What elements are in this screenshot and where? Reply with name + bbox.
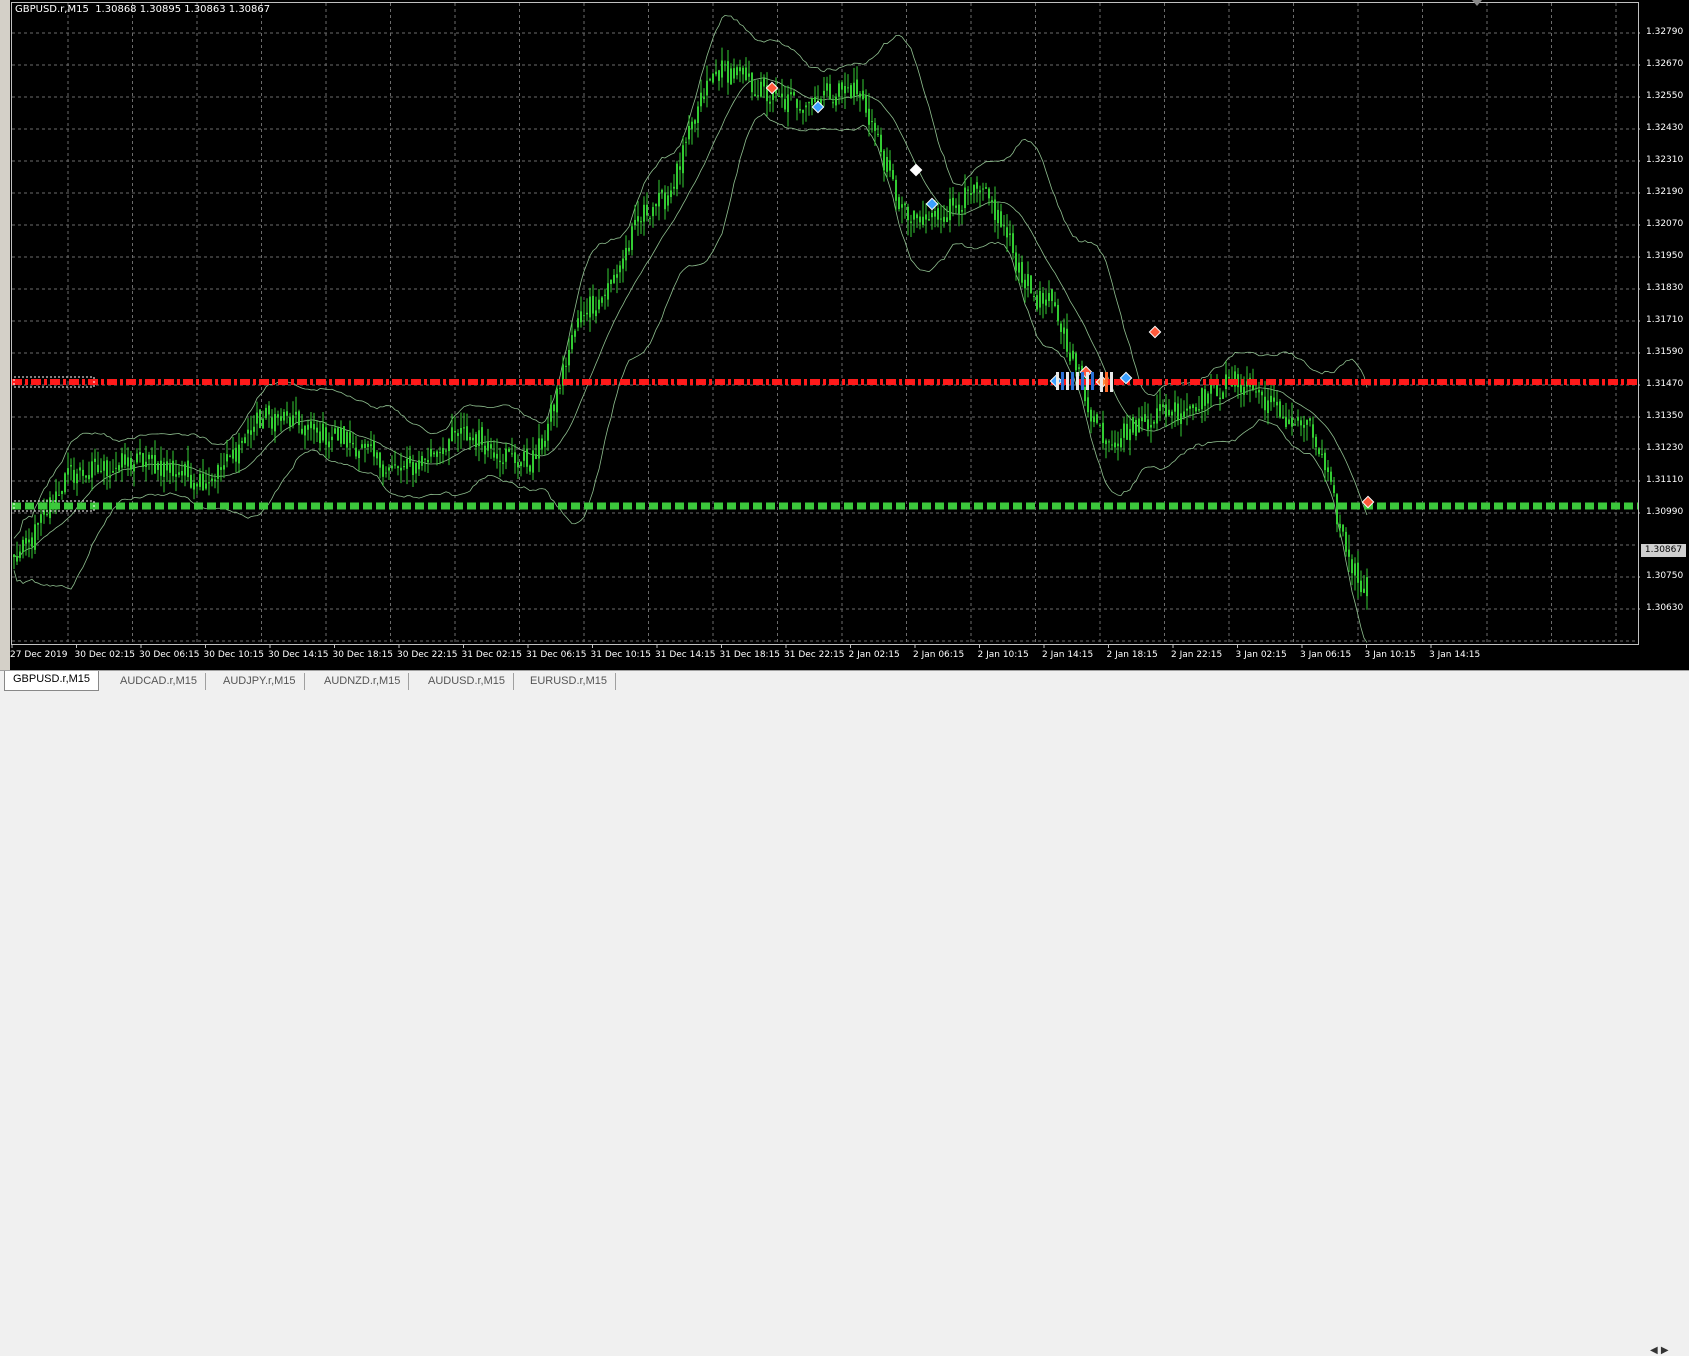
price-tick-label: 1.31590 [1646, 347, 1684, 357]
price-tick-label: 1.32430 [1646, 123, 1684, 133]
time-tick-label: 30 Dec 18:15 [332, 650, 394, 660]
price-tick-label: 1.31710 [1646, 315, 1684, 325]
time-tick-label: 31 Dec 06:15 [526, 650, 587, 660]
terminal-window: GBPUSD.r,M15 1.30868 1.30895 1.30863 1.3… [0, 0, 1689, 1356]
time-tick-label: 2 Jan 18:15 [1106, 650, 1158, 660]
tab-scroll-buttons[interactable]: ◀ ▶ [1650, 1345, 1669, 1356]
tab-eurusd[interactable]: EURUSD.r,M15 [522, 673, 617, 690]
time-tick-label: 31 Dec 18:15 [719, 650, 781, 660]
price-tick-label: 1.32190 [1646, 187, 1684, 197]
time-tick-label: 27 Dec 2019 [10, 650, 68, 660]
time-tick-label: 3 Jan 02:15 [1235, 650, 1287, 660]
time-tick-label: 2 Jan 06:15 [913, 650, 965, 660]
arrow-left-icon[interactable]: ◀ [1650, 1345, 1658, 1356]
price-tick-label: 1.31830 [1646, 283, 1684, 293]
price-tick-label: 1.31950 [1646, 251, 1684, 261]
time-tick-label: 31 Dec 10:15 [590, 650, 652, 660]
time-tick-label: 3 Jan 06:15 [1300, 650, 1352, 660]
time-tick-label: 31 Dec 14:15 [655, 650, 716, 660]
time-tick-label: 3 Jan 14:15 [1429, 650, 1481, 660]
current-price-label: 1.30867 [1641, 544, 1686, 557]
chart-tabs-bar: GBPUSD.r,M15 AUDCAD.r,M15 AUDJPY.r,M15 A… [0, 670, 1689, 1356]
price-tick-label: 1.32790 [1646, 27, 1684, 37]
price-tick-label: 1.30630 [1646, 603, 1684, 613]
tab-audcad[interactable]: AUDCAD.r,M15 [112, 673, 207, 690]
price-tick-label: 1.31470 [1646, 379, 1684, 389]
tab-audusd[interactable]: AUDUSD.r,M15 [420, 673, 515, 690]
price-tick-label: 1.31110 [1646, 475, 1684, 485]
price-tick-label: 1.32310 [1646, 155, 1684, 165]
chart-info-header: GBPUSD.r,M15 1.30868 1.30895 1.30863 1.3… [15, 4, 270, 15]
price-tick-label: 1.30750 [1646, 571, 1684, 581]
price-tick-label: 1.32550 [1646, 91, 1684, 101]
price-tick-label: 1.31230 [1646, 443, 1684, 453]
arrow-right-icon[interactable]: ▶ [1661, 1345, 1669, 1356]
price-tick-label: 1.32670 [1646, 59, 1684, 69]
time-tick-label: 30 Dec 22:15 [397, 650, 458, 660]
time-tick-label: 30 Dec 06:15 [139, 650, 200, 660]
price-tick-label: 1.31350 [1646, 411, 1684, 421]
plot-frame [11, 2, 1639, 645]
ohlc-values: 1.30868 1.30895 1.30863 1.30867 [95, 4, 271, 15]
time-tick-label: 2 Jan 22:15 [1171, 650, 1223, 660]
time-tick-label: 30 Dec 10:15 [203, 650, 265, 660]
tab-audjpy[interactable]: AUDJPY.r,M15 [215, 673, 305, 690]
shift-marker-icon[interactable] [1472, 0, 1482, 6]
time-tick-label: 2 Jan 14:15 [1042, 650, 1094, 660]
price-tick-label: 1.32070 [1646, 219, 1684, 229]
chart-area[interactable]: GBPUSD.r,M15 1.30868 1.30895 1.30863 1.3… [0, 0, 1689, 670]
time-tick-label: 2 Jan 10:15 [977, 650, 1029, 660]
symbol-label: GBPUSD.r,M15 [15, 4, 89, 15]
tab-audnzd[interactable]: AUDNZD.r,M15 [316, 673, 410, 690]
tab-gbpusd[interactable]: GBPUSD.r,M15 [4, 671, 100, 691]
time-tick-label: 31 Dec 22:15 [784, 650, 845, 660]
time-tick-label: 30 Dec 02:15 [74, 650, 136, 660]
time-tick-label: 3 Jan 10:15 [1364, 650, 1416, 660]
price-tick-label: 1.30990 [1646, 507, 1684, 517]
time-tick-label: 30 Dec 14:15 [268, 650, 329, 660]
time-tick-label: 2 Jan 02:15 [848, 650, 900, 660]
time-tick-label: 31 Dec 02:15 [461, 650, 523, 660]
